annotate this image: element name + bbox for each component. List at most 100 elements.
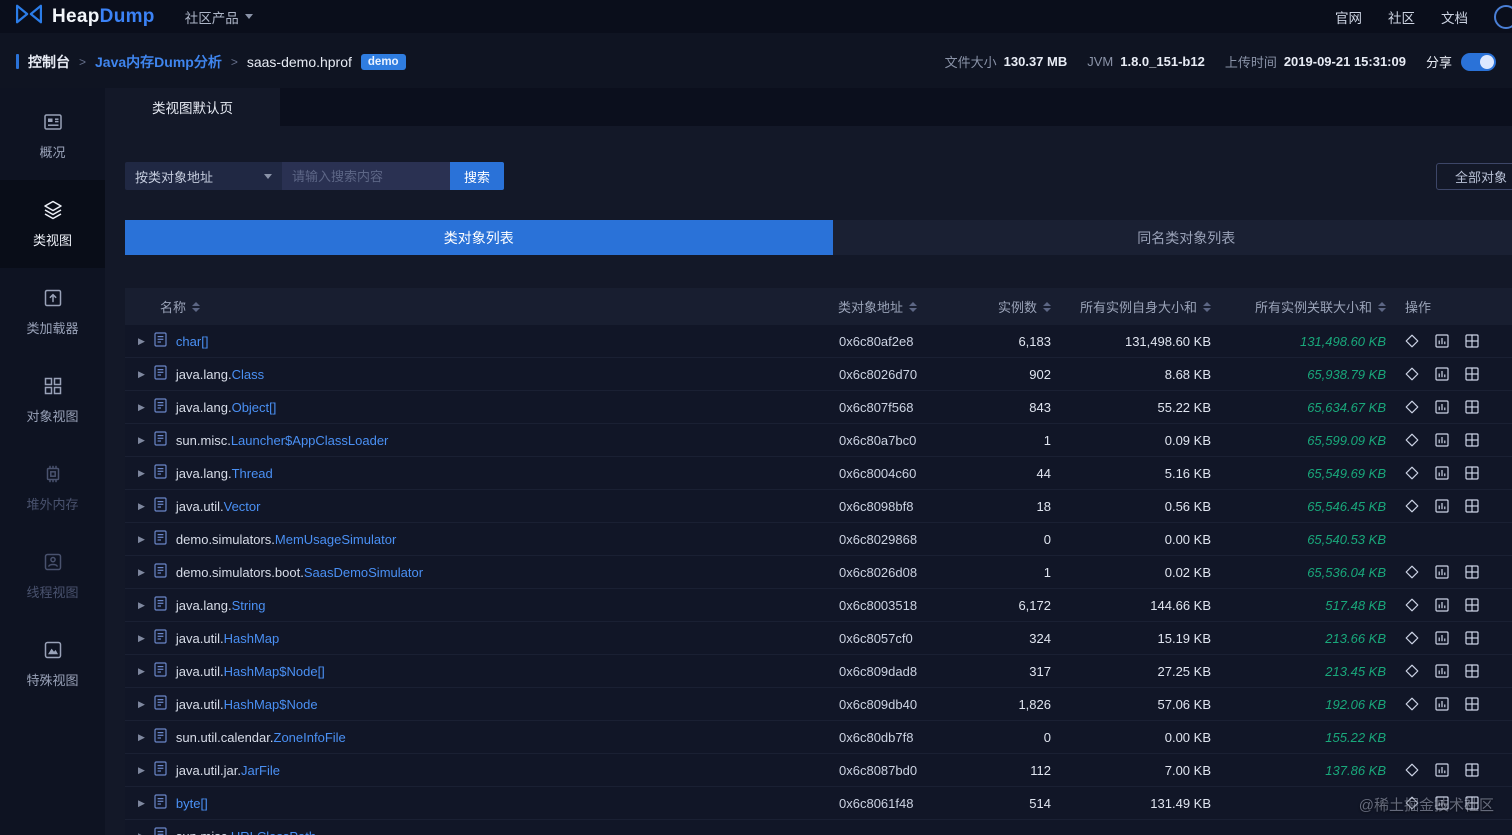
grid-icon[interactable] — [1465, 367, 1479, 381]
diamond-icon[interactable] — [1405, 664, 1419, 678]
share-toggle[interactable] — [1461, 52, 1496, 71]
class-name-link[interactable]: HashMap — [224, 631, 280, 646]
document-icon[interactable] — [154, 497, 167, 515]
expand-arrow-icon[interactable]: ▶ — [138, 633, 145, 644]
document-icon[interactable] — [154, 431, 167, 449]
class-name-link[interactable]: SaasDemoSimulator — [304, 565, 423, 580]
grid-icon[interactable] — [1465, 697, 1479, 711]
document-icon[interactable] — [154, 761, 167, 779]
sidebar-item-classloader[interactable]: 类加载器 — [0, 268, 105, 356]
class-name-link[interactable]: HashMap$Node[] — [224, 664, 325, 679]
bar-chart-icon[interactable] — [1435, 433, 1449, 447]
tab-class-object-list[interactable]: 类对象列表 — [125, 220, 833, 255]
expand-arrow-icon[interactable]: ▶ — [138, 336, 145, 347]
bar-chart-icon[interactable] — [1435, 763, 1449, 777]
sort-icon[interactable] — [1043, 301, 1051, 312]
breadcrumb-dump-analysis[interactable]: Java内存Dump分析 — [95, 52, 222, 72]
bar-chart-icon[interactable] — [1435, 499, 1449, 513]
class-name-link[interactable]: Launcher$AppClassLoader — [231, 433, 389, 448]
grid-icon[interactable] — [1465, 433, 1479, 447]
class-name-link[interactable]: Thread — [232, 466, 273, 481]
sidebar-item-offheap-memory[interactable]: 堆外内存 — [0, 444, 105, 532]
sidebar-item-thread-view[interactable]: 线程视图 — [0, 532, 105, 620]
expand-arrow-icon[interactable]: ▶ — [138, 468, 145, 479]
bar-chart-icon[interactable] — [1435, 598, 1449, 612]
expand-arrow-icon[interactable]: ▶ — [138, 435, 145, 446]
bar-chart-icon[interactable] — [1435, 367, 1449, 381]
sidebar-item-class-view[interactable]: 类视图 — [0, 180, 105, 268]
class-name-link[interactable]: Class — [232, 367, 265, 382]
sidebar-item-special-view[interactable]: 特殊视图 — [0, 620, 105, 708]
bar-chart-icon[interactable] — [1435, 631, 1449, 645]
expand-arrow-icon[interactable]: ▶ — [138, 831, 145, 835]
document-icon[interactable] — [154, 695, 167, 713]
grid-icon[interactable] — [1465, 565, 1479, 579]
diamond-icon[interactable] — [1405, 565, 1419, 579]
tab-same-name-class-object-list[interactable]: 同名类对象列表 — [832, 220, 1512, 255]
document-icon[interactable] — [154, 662, 167, 680]
expand-arrow-icon[interactable]: ▶ — [138, 501, 145, 512]
bar-chart-icon[interactable] — [1435, 796, 1449, 810]
tab-class-view-default[interactable]: 类视图默认页 — [105, 88, 280, 126]
class-name-link[interactable]: Object[] — [232, 400, 277, 415]
expand-arrow-icon[interactable]: ▶ — [138, 732, 145, 743]
nav-link-community[interactable]: 社区 — [1388, 7, 1415, 27]
expand-arrow-icon[interactable]: ▶ — [138, 765, 145, 776]
bar-chart-icon[interactable] — [1435, 565, 1449, 579]
nav-link-docs[interactable]: 文档 — [1441, 7, 1468, 27]
class-name-link[interactable]: Vector — [224, 499, 261, 514]
document-icon[interactable] — [154, 530, 167, 548]
document-icon[interactable] — [154, 728, 167, 746]
bar-chart-icon[interactable] — [1435, 400, 1449, 414]
bar-chart-icon[interactable] — [1435, 697, 1449, 711]
document-icon[interactable] — [154, 464, 167, 482]
document-icon[interactable] — [154, 629, 167, 647]
avatar[interactable] — [1494, 4, 1512, 29]
sort-icon[interactable] — [1378, 301, 1386, 312]
class-name-link[interactable]: char[] — [176, 334, 209, 349]
breadcrumb-console[interactable]: 控制台 — [28, 52, 70, 72]
grid-icon[interactable] — [1465, 400, 1479, 414]
class-name-link[interactable]: JarFile — [241, 763, 280, 778]
diamond-icon[interactable] — [1405, 598, 1419, 612]
search-filter-select[interactable]: 按类对象地址 — [125, 162, 282, 190]
expand-arrow-icon[interactable]: ▶ — [138, 666, 145, 677]
diamond-icon[interactable] — [1405, 433, 1419, 447]
grid-icon[interactable] — [1465, 631, 1479, 645]
expand-arrow-icon[interactable]: ▶ — [138, 600, 145, 611]
sidebar-item-overview[interactable]: 概况 — [0, 92, 105, 180]
expand-arrow-icon[interactable]: ▶ — [138, 534, 145, 545]
community-products-dropdown[interactable]: 社区产品 — [185, 7, 253, 27]
diamond-icon[interactable] — [1405, 400, 1419, 414]
document-icon[interactable] — [154, 827, 167, 835]
sidebar-item-object-view[interactable]: 对象视图 — [0, 356, 105, 444]
grid-icon[interactable] — [1465, 466, 1479, 480]
grid-icon[interactable] — [1465, 499, 1479, 513]
expand-arrow-icon[interactable]: ▶ — [138, 402, 145, 413]
grid-icon[interactable] — [1465, 796, 1479, 810]
search-input[interactable] — [282, 162, 450, 190]
bar-chart-icon[interactable] — [1435, 664, 1449, 678]
class-name-link[interactable]: MemUsageSimulator — [275, 532, 396, 547]
diamond-icon[interactable] — [1405, 697, 1419, 711]
class-name-link[interactable]: HashMap$Node — [224, 697, 318, 712]
grid-icon[interactable] — [1465, 763, 1479, 777]
diamond-icon[interactable] — [1405, 631, 1419, 645]
expand-arrow-icon[interactable]: ▶ — [138, 369, 145, 380]
diamond-icon[interactable] — [1405, 334, 1419, 348]
diamond-icon[interactable] — [1405, 796, 1419, 810]
class-name-link[interactable]: String — [232, 598, 266, 613]
bar-chart-icon[interactable] — [1435, 466, 1449, 480]
class-name-link[interactable]: byte[] — [176, 796, 208, 811]
grid-icon[interactable] — [1465, 334, 1479, 348]
class-name-link[interactable]: URLClassPath — [231, 829, 316, 835]
expand-arrow-icon[interactable]: ▶ — [138, 567, 145, 578]
expand-arrow-icon[interactable]: ▶ — [138, 798, 145, 809]
heapdump-logo[interactable]: HeapDump — [14, 3, 155, 30]
document-icon[interactable] — [154, 365, 167, 383]
grid-icon[interactable] — [1465, 598, 1479, 612]
bar-chart-icon[interactable] — [1435, 334, 1449, 348]
document-icon[interactable] — [154, 332, 167, 350]
sort-icon[interactable] — [909, 301, 918, 312]
document-icon[interactable] — [154, 596, 167, 614]
